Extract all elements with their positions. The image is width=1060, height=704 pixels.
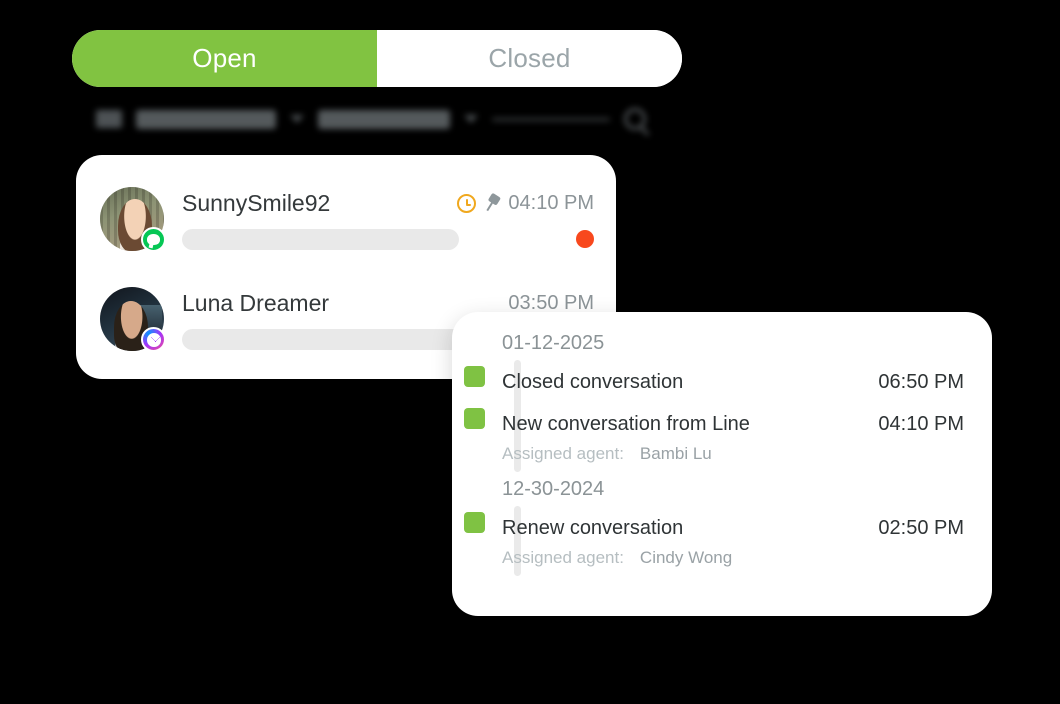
line-badge-icon <box>141 227 166 252</box>
message-preview-placeholder <box>182 228 459 250</box>
activity-log-time: 04:10 PM <box>878 412 964 435</box>
activity-log-entry[interactable]: Closed conversation 06:50 PM <box>464 360 992 402</box>
activity-log-title: Closed conversation <box>502 370 684 393</box>
activity-log-date-header: 01-12-2025 <box>502 332 605 354</box>
conversation-time: 04:10 PM <box>508 191 594 214</box>
timeline-marker-icon <box>464 366 485 387</box>
toolbar-divider <box>492 117 610 121</box>
conversation-name: Luna Dreamer <box>182 289 330 316</box>
unread-indicator <box>576 230 594 248</box>
avatar <box>100 187 166 252</box>
filter-icon[interactable] <box>96 110 122 128</box>
messenger-badge-icon <box>141 327 166 352</box>
activity-log-body: 01-12-2025 Closed conversation 06:50 PM … <box>452 312 992 616</box>
tab-closed-label: Closed <box>488 43 571 73</box>
assigned-agent-label: Assigned agent: <box>502 444 624 463</box>
conversation-list-item[interactable]: SunnySmile92 04:10 PM <box>100 181 594 257</box>
conversation-body: SunnySmile92 04:10 PM <box>182 188 594 250</box>
clock-icon <box>457 193 477 213</box>
activity-log-card: 01-12-2025 Closed conversation 06:50 PM … <box>452 312 992 616</box>
conversation-name: SunnySmile92 <box>182 189 331 216</box>
search-icon[interactable] <box>624 108 646 130</box>
timeline-marker-icon <box>464 512 485 533</box>
channel-filter-dropdown[interactable] <box>136 109 276 129</box>
chevron-down-icon-2[interactable] <box>464 115 478 123</box>
secondary-filter-dropdown[interactable] <box>318 109 450 129</box>
pin-icon <box>481 191 504 215</box>
activity-log-date-header: 12-30-2024 <box>502 478 605 500</box>
timeline-marker-icon <box>464 408 485 429</box>
activity-log-group: Closed conversation 06:50 PM New convers… <box>452 360 992 472</box>
assigned-agent-name: Bambi Lu <box>639 444 712 463</box>
activity-log-title: New conversation from Line <box>502 412 750 435</box>
assigned-agent-label: Assigned agent: <box>502 548 624 567</box>
screenshot-stage: Open Closed SunnySmile92 04:10 PM Luna D… <box>0 0 1060 704</box>
message-preview-placeholder <box>182 328 472 350</box>
assigned-agent-row: Assigned agent: Bambi Lu <box>502 440 992 468</box>
chevron-down-icon[interactable] <box>290 115 304 123</box>
conversation-meta: 04:10 PM <box>457 192 594 215</box>
conversation-status-tabs: Open Closed <box>72 30 682 87</box>
activity-log-time: 06:50 PM <box>878 370 964 393</box>
activity-log-group: Renew conversation 02:50 PM Assigned age… <box>452 506 992 576</box>
activity-log-title: Renew conversation <box>502 516 684 539</box>
filter-toolbar <box>96 102 646 136</box>
activity-log-entry[interactable]: New conversation from Line 04:10 PM Assi… <box>464 402 992 472</box>
tab-closed[interactable]: Closed <box>377 30 682 87</box>
conversation-preview-row <box>182 228 594 250</box>
activity-log-entry[interactable]: Renew conversation 02:50 PM Assigned age… <box>464 506 992 576</box>
tab-open[interactable]: Open <box>72 30 377 87</box>
activity-log-time: 02:50 PM <box>878 516 964 539</box>
conversation-header-row: SunnySmile92 04:10 PM <box>182 188 594 218</box>
assigned-agent-name: Cindy Wong <box>639 548 733 567</box>
assigned-agent-row: Assigned agent: Cindy Wong <box>502 544 992 572</box>
tab-open-label: Open <box>192 43 257 73</box>
avatar <box>100 287 166 352</box>
